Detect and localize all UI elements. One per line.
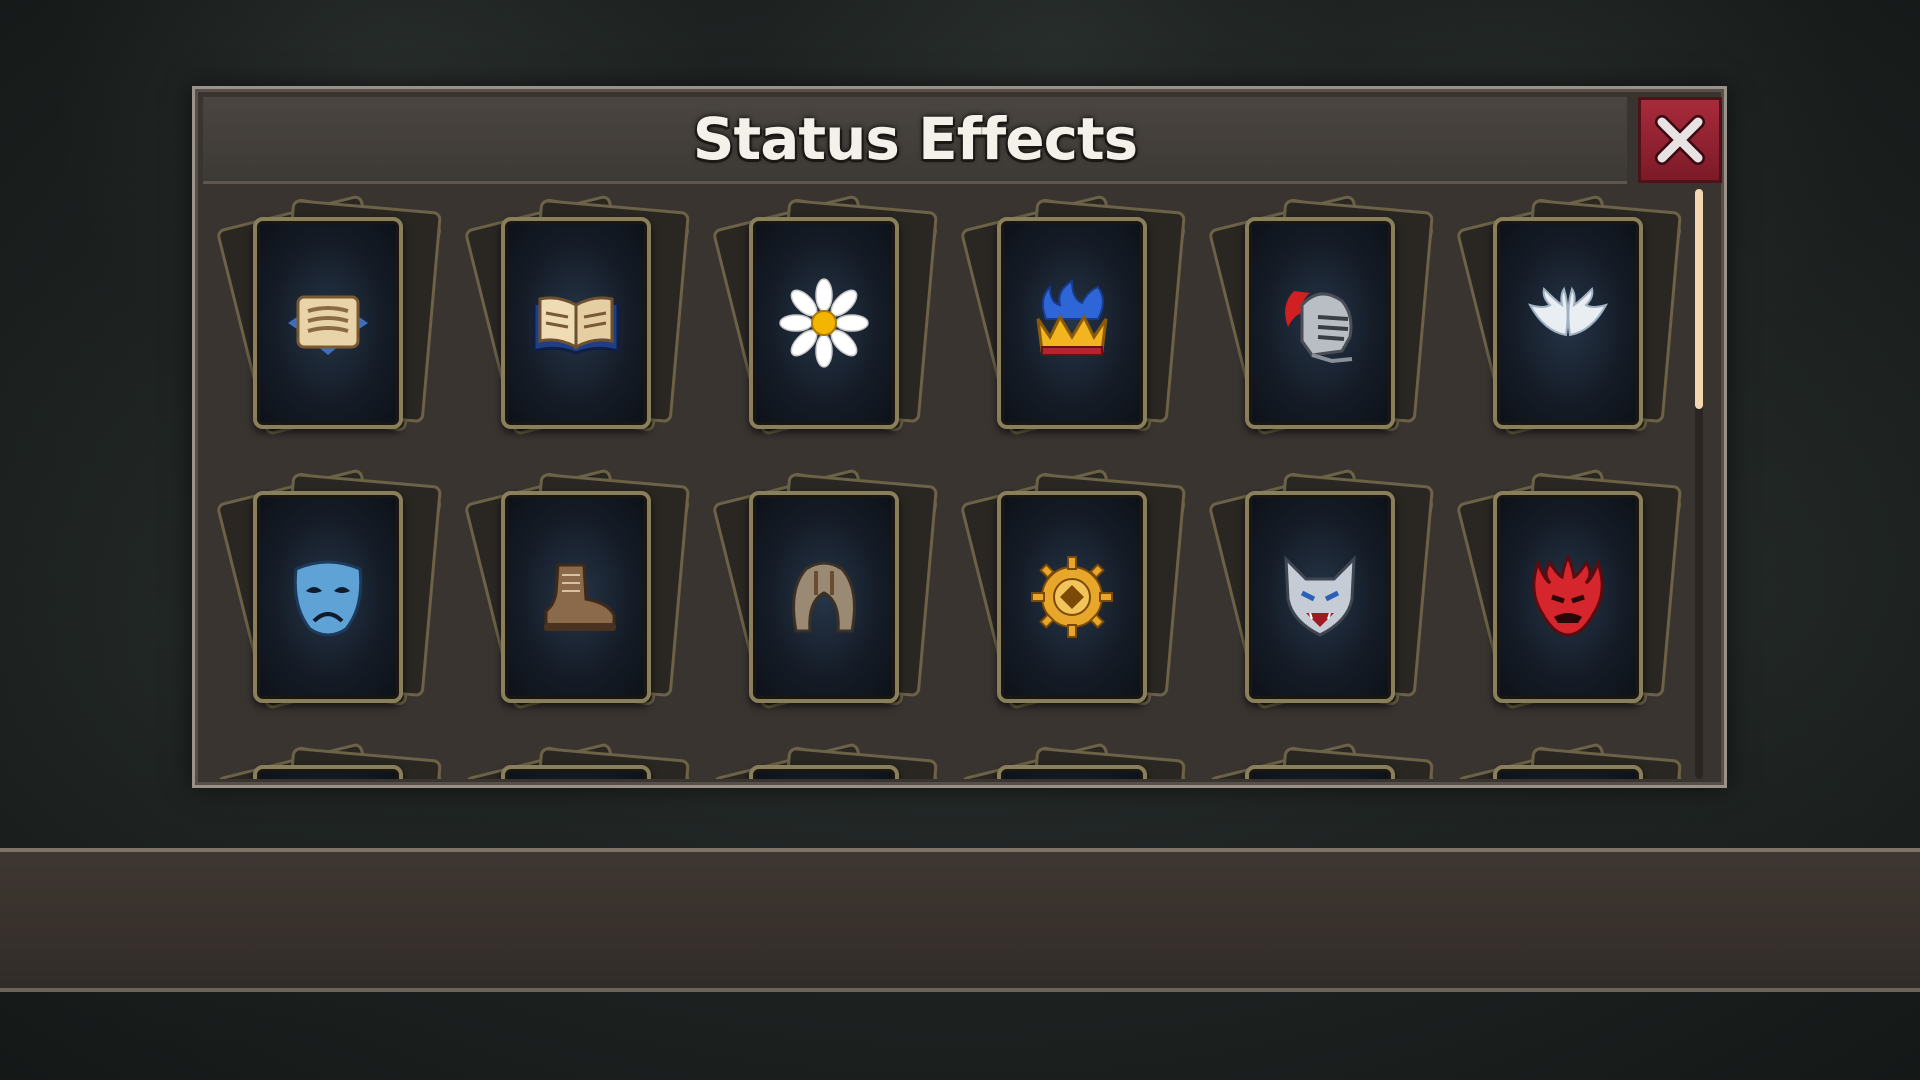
dialog-title: Status Effects (692, 105, 1138, 173)
effect-card[interactable] (955, 194, 1203, 455)
status-effects-dialog: Status Effects (192, 86, 1727, 788)
effect-card[interactable] (459, 468, 707, 729)
effect-card[interactable] (707, 194, 955, 455)
effect-card[interactable] (707, 742, 955, 779)
close-button[interactable] (1638, 97, 1722, 183)
hood-icon (792, 561, 856, 633)
scrollbar[interactable] (1695, 189, 1703, 779)
close-icon (1655, 115, 1705, 165)
effect-card[interactable] (1203, 194, 1451, 455)
angel-wings-icon (1527, 286, 1609, 337)
flaming-crown-icon (1036, 279, 1108, 356)
bottom-bar (0, 848, 1920, 992)
effect-card[interactable] (1203, 742, 1451, 779)
status-effects-grid[interactable] (203, 187, 1683, 779)
effect-card[interactable] (955, 468, 1203, 729)
scroll-icon (288, 295, 368, 355)
effect-card[interactable] (707, 468, 955, 729)
effect-card[interactable] (955, 742, 1203, 779)
daisy-flower-icon (779, 278, 869, 368)
effect-card[interactable] (459, 742, 707, 779)
effect-card[interactable] (1451, 468, 1683, 729)
effect-card[interactable] (1451, 194, 1683, 455)
effect-card[interactable] (459, 194, 707, 455)
effect-card[interactable] (211, 468, 459, 729)
boot-icon (544, 563, 616, 631)
wolf-head-icon (1284, 555, 1356, 637)
golden-gear-icon (1031, 556, 1113, 638)
open-book-icon (532, 296, 620, 355)
effect-card[interactable] (211, 742, 459, 779)
effect-card[interactable] (211, 194, 459, 455)
red-demon-icon (1532, 553, 1604, 637)
effect-card[interactable] (1203, 468, 1451, 729)
sad-mask-icon (293, 560, 363, 637)
dialog-header: Status Effects (203, 97, 1627, 184)
knight-helmet-icon (1285, 291, 1353, 364)
scrollbar-thumb[interactable] (1695, 189, 1703, 409)
effect-card[interactable] (1451, 742, 1683, 779)
